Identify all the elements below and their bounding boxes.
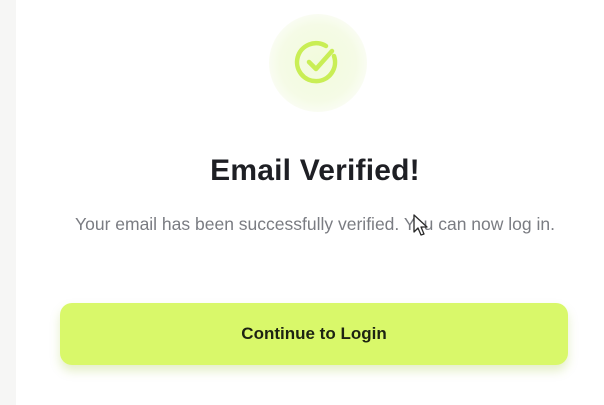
page-title: Email Verified! bbox=[210, 154, 420, 187]
arrow-cursor-icon bbox=[413, 214, 428, 236]
success-badge bbox=[269, 14, 367, 112]
continue-to-login-button[interactable]: Continue to Login bbox=[60, 303, 568, 365]
success-message: Your email has been successfully verifie… bbox=[75, 214, 555, 234]
check-circle-icon bbox=[294, 40, 338, 84]
